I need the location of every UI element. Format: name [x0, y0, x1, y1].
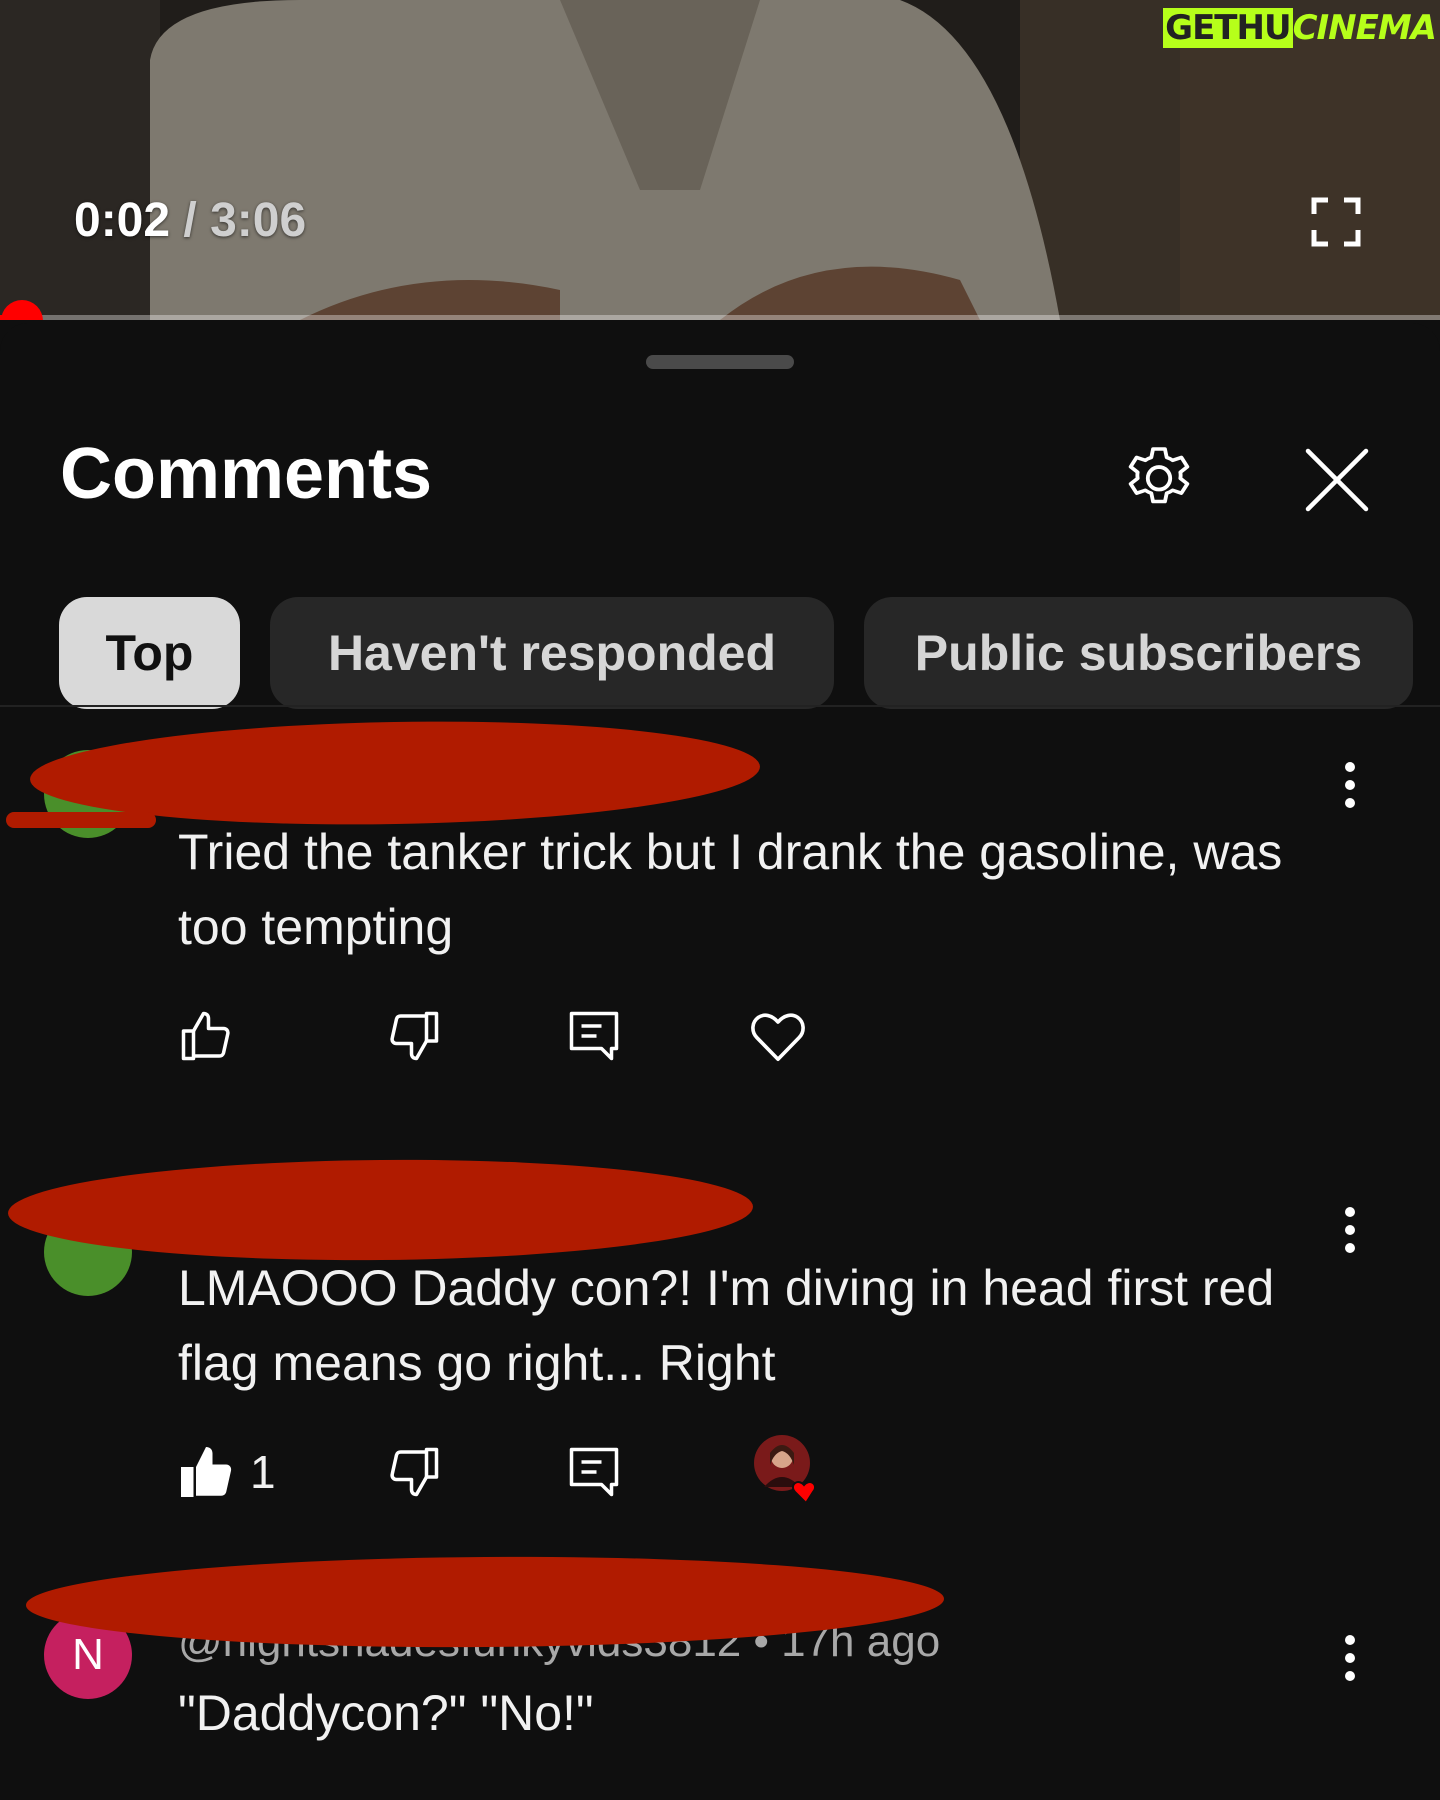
current-time: 0:02 [74, 194, 171, 247]
duration: 3:06 [210, 194, 307, 247]
more-vert-icon [1345, 1635, 1355, 1681]
watermark-part1: GETHU [1163, 8, 1293, 48]
time-separator: / [183, 194, 197, 247]
progress-bar[interactable] [0, 315, 1440, 320]
comment-item: ago LMAOOO Daddy con?! I'm diving in hea… [0, 808, 1440, 1505]
video-player[interactable]: GETHUCINEMA 0:02 / 3:06 [0, 0, 1440, 320]
time-display: 0:02 / 3:06 [74, 193, 306, 248]
redaction-mark [6, 812, 156, 828]
comment-item: N @nightshadesfunkyvids3812 • 17h ago "D… [0, 1240, 1440, 1741]
comment-more-button[interactable] [1330, 1626, 1370, 1690]
fullscreen-button[interactable] [1310, 196, 1362, 248]
watermark-part2: CINEMA [1292, 8, 1437, 48]
drag-handle[interactable] [646, 355, 794, 369]
watermark: GETHUCINEMA [1163, 8, 1437, 48]
comment-text: "Daddycon?" "No!" [178, 1685, 594, 1741]
video-frame [0, 0, 1440, 320]
fullscreen-icon [1311, 197, 1361, 247]
